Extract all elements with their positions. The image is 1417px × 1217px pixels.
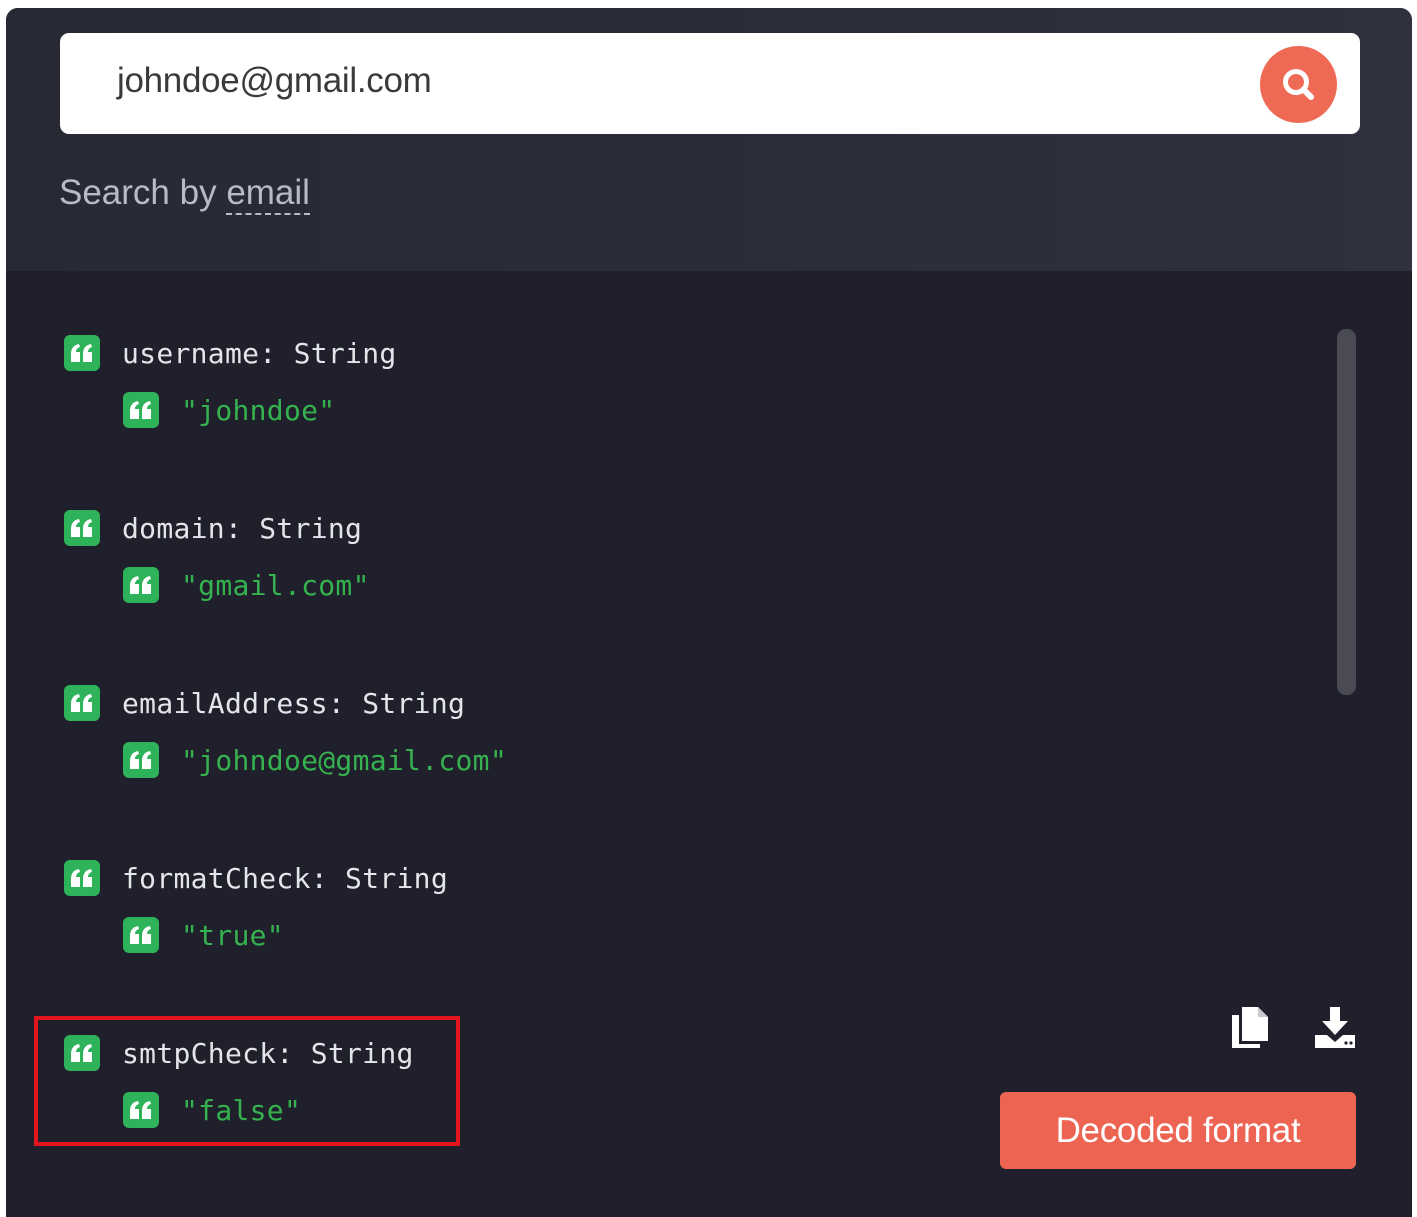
copy-button[interactable] — [1228, 1004, 1272, 1050]
quote-icon — [123, 567, 159, 603]
result-value: "johndoe" — [181, 393, 336, 427]
search-icon — [1282, 68, 1314, 100]
result-value-row: "true" — [123, 917, 284, 953]
email-lookup-panel: johndoe@gmail.com Search by email userna… — [6, 8, 1412, 1217]
decoded-format-button[interactable]: Decoded format — [1000, 1092, 1356, 1169]
search-mode-toggle[interactable]: email — [226, 173, 310, 215]
download-button[interactable] — [1311, 1004, 1359, 1050]
search-input[interactable]: johndoe@gmail.com — [60, 33, 1360, 134]
result-value-row: "gmail.com" — [123, 567, 370, 603]
search-input-value[interactable]: johndoe@gmail.com — [117, 61, 432, 101]
result-key: domain: String — [122, 511, 363, 545]
result-key: username: String — [122, 336, 397, 370]
highlight-box — [34, 1016, 460, 1146]
result-value-row: "johndoe" — [123, 392, 335, 428]
result-key-row: username: String — [64, 335, 397, 371]
download-icon — [1315, 1007, 1355, 1048]
quote-icon — [64, 685, 100, 721]
quote-icon — [123, 392, 159, 428]
result-value: "johndoe@gmail.com" — [181, 743, 507, 777]
quote-icon — [64, 510, 100, 546]
search-button[interactable] — [1260, 46, 1337, 123]
copy-icon — [1232, 1007, 1268, 1048]
results-list: username: String "johndoe" domain: Strin… — [6, 271, 1412, 1217]
result-value: "gmail.com" — [181, 568, 370, 602]
result-value: "true" — [181, 918, 284, 952]
result-key: formatCheck: String — [122, 861, 448, 895]
search-area: johndoe@gmail.com Search by email — [6, 8, 1412, 271]
result-value-row: "johndoe@gmail.com" — [123, 742, 507, 778]
quote-icon — [64, 335, 100, 371]
quote-icon — [123, 917, 159, 953]
search-mode-label: Search by email — [59, 173, 310, 215]
result-key: emailAddress: String — [122, 686, 466, 720]
results-scrollbar[interactable] — [1337, 329, 1356, 695]
result-key-row: emailAddress: String — [64, 685, 465, 721]
search-mode-prefix: Search by — [59, 173, 227, 212]
result-key-row: formatCheck: String — [64, 860, 448, 896]
result-key-row: domain: String — [64, 510, 362, 546]
quote-icon — [64, 860, 100, 896]
quote-icon — [123, 742, 159, 778]
